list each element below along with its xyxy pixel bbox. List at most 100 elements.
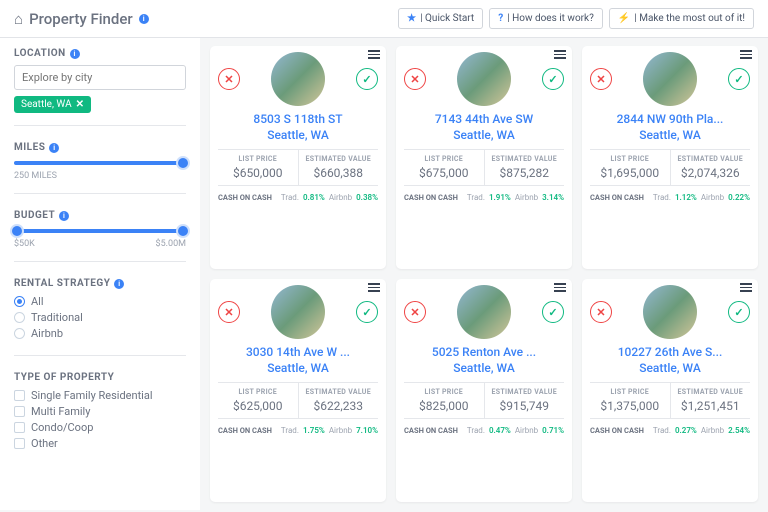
- list-price-label: LIST PRICE: [406, 155, 482, 163]
- checkbox-icon: [14, 438, 25, 449]
- card-top: ✕ ✓: [590, 285, 750, 339]
- property-address[interactable]: 5025 Renton Ave ...Seattle, WA: [404, 345, 564, 376]
- property-card: ✕ ✓ 3030 14th Ave W ...Seattle, WA LIST …: [210, 279, 386, 502]
- est-value-label: ESTIMATED VALUE: [487, 155, 563, 163]
- info-icon[interactable]: i: [114, 279, 124, 289]
- trad-value: 0.81%: [303, 193, 325, 202]
- menu-icon[interactable]: [368, 283, 380, 292]
- price-row: LIST PRICE$650,000 ESTIMATED VALUE$660,3…: [218, 149, 378, 186]
- cash-on-cash-row: CASH ON CASH Trad. 1.12% Airbnb 0.22%: [590, 193, 750, 202]
- budget-slider[interactable]: [14, 229, 186, 233]
- location-title: LOCATION: [14, 48, 66, 59]
- slider-thumb[interactable]: [176, 156, 190, 170]
- header-title-group: ⌂ Property Finder i: [14, 10, 149, 28]
- property-address[interactable]: 10227 26th Ave S...Seattle, WA: [590, 345, 750, 376]
- list-price-label: LIST PRICE: [220, 155, 296, 163]
- accept-button[interactable]: ✓: [728, 68, 750, 90]
- property-thumb[interactable]: [457, 52, 511, 106]
- accept-button[interactable]: ✓: [542, 68, 564, 90]
- star-icon: ★: [407, 13, 416, 24]
- cash-on-cash-row: CASH ON CASH Trad. 1.75% Airbnb 7.10%: [218, 426, 378, 435]
- miles-title: MILES: [14, 142, 45, 153]
- property-card: ✕ ✓ 7143 44th Ave SWSeattle, WA LIST PRI…: [396, 46, 572, 269]
- est-value-value: $622,233: [301, 399, 377, 413]
- menu-icon[interactable]: [554, 283, 566, 292]
- accept-button[interactable]: ✓: [542, 301, 564, 323]
- reject-button[interactable]: ✕: [218, 301, 240, 323]
- radio-label: Traditional: [31, 311, 83, 324]
- property-thumb[interactable]: [643, 52, 697, 106]
- location-tag[interactable]: Seattle, WA✕: [14, 96, 91, 113]
- make-most-button[interactable]: ⚡| Make the most out of it!: [609, 8, 754, 29]
- price-row: LIST PRICE$825,000 ESTIMATED VALUE$915,7…: [404, 382, 564, 419]
- reject-button[interactable]: ✕: [590, 301, 612, 323]
- radio-icon: [14, 296, 25, 307]
- slider-thumb-min[interactable]: [10, 224, 24, 238]
- card-top: ✕ ✓: [218, 52, 378, 106]
- reject-button[interactable]: ✕: [218, 68, 240, 90]
- property-thumb[interactable]: [271, 285, 325, 339]
- checkbox-icon: [14, 406, 25, 417]
- property-address[interactable]: 8503 S 118th STSeattle, WA: [218, 112, 378, 143]
- card-top: ✕ ✓: [404, 285, 564, 339]
- proptype-option[interactable]: Multi Family: [14, 405, 186, 418]
- est-value-value: $660,388: [301, 166, 377, 180]
- property-address[interactable]: 2844 NW 90th Pla...Seattle, WA: [590, 112, 750, 143]
- accept-button[interactable]: ✓: [356, 301, 378, 323]
- trad-value: 0.27%: [675, 426, 697, 435]
- header: ⌂ Property Finder i ★| Quick Start ?| Ho…: [0, 0, 768, 38]
- info-icon[interactable]: i: [70, 49, 80, 59]
- help-icon: ?: [498, 13, 503, 24]
- how-button[interactable]: ?| How does it work?: [489, 8, 603, 29]
- property-grid: ✕ ✓ 8503 S 118th STSeattle, WA LIST PRIC…: [200, 38, 768, 510]
- reject-button[interactable]: ✕: [404, 68, 426, 90]
- property-thumb[interactable]: [271, 52, 325, 106]
- radio-label: All: [31, 295, 44, 308]
- airbnb-value: 0.38%: [356, 193, 378, 202]
- list-price-value: $1,695,000: [592, 166, 668, 180]
- miles-label: 250 MILES: [14, 171, 57, 181]
- strategy-option[interactable]: All: [14, 295, 186, 308]
- property-thumb[interactable]: [457, 285, 511, 339]
- location-section: LOCATION i Seattle, WA✕: [14, 48, 186, 126]
- est-value-value: $1,251,451: [673, 399, 749, 413]
- location-input[interactable]: [14, 65, 186, 90]
- reject-button[interactable]: ✕: [404, 301, 426, 323]
- list-price-label: LIST PRICE: [592, 155, 668, 163]
- radio-label: Airbnb: [31, 327, 63, 340]
- est-value-label: ESTIMATED VALUE: [301, 155, 377, 163]
- est-value-label: ESTIMATED VALUE: [487, 388, 563, 396]
- list-price-value: $625,000: [220, 399, 296, 413]
- info-icon[interactable]: i: [139, 14, 149, 24]
- proptype-option[interactable]: Condo/Coop: [14, 421, 186, 434]
- checkbox-icon: [14, 422, 25, 433]
- bolt-icon: ⚡: [618, 13, 630, 24]
- miles-slider[interactable]: [14, 161, 186, 165]
- info-icon[interactable]: i: [59, 211, 69, 221]
- quick-start-button[interactable]: ★| Quick Start: [398, 8, 483, 29]
- price-row: LIST PRICE$675,000 ESTIMATED VALUE$875,2…: [404, 149, 564, 186]
- cash-on-cash-row: CASH ON CASH Trad. 0.81% Airbnb 0.38%: [218, 193, 378, 202]
- menu-icon[interactable]: [740, 283, 752, 292]
- close-icon[interactable]: ✕: [76, 99, 84, 110]
- trad-value: 1.12%: [675, 193, 697, 202]
- menu-icon[interactable]: [554, 50, 566, 59]
- proptype-option[interactable]: Single Family Residential: [14, 389, 186, 402]
- card-top: ✕ ✓: [590, 52, 750, 106]
- menu-icon[interactable]: [740, 50, 752, 59]
- accept-button[interactable]: ✓: [728, 301, 750, 323]
- reject-button[interactable]: ✕: [590, 68, 612, 90]
- checkbox-label: Single Family Residential: [31, 389, 153, 402]
- strategy-option[interactable]: Airbnb: [14, 327, 186, 340]
- proptype-option[interactable]: Other: [14, 437, 186, 450]
- slider-thumb-max[interactable]: [176, 224, 190, 238]
- strategy-option[interactable]: Traditional: [14, 311, 186, 324]
- menu-icon[interactable]: [368, 50, 380, 59]
- accept-button[interactable]: ✓: [356, 68, 378, 90]
- property-thumb[interactable]: [643, 285, 697, 339]
- property-card: ✕ ✓ 10227 26th Ave S...Seattle, WA LIST …: [582, 279, 758, 502]
- property-address[interactable]: 3030 14th Ave W ...Seattle, WA: [218, 345, 378, 376]
- info-icon[interactable]: i: [49, 143, 59, 153]
- property-address[interactable]: 7143 44th Ave SWSeattle, WA: [404, 112, 564, 143]
- list-price-label: LIST PRICE: [220, 388, 296, 396]
